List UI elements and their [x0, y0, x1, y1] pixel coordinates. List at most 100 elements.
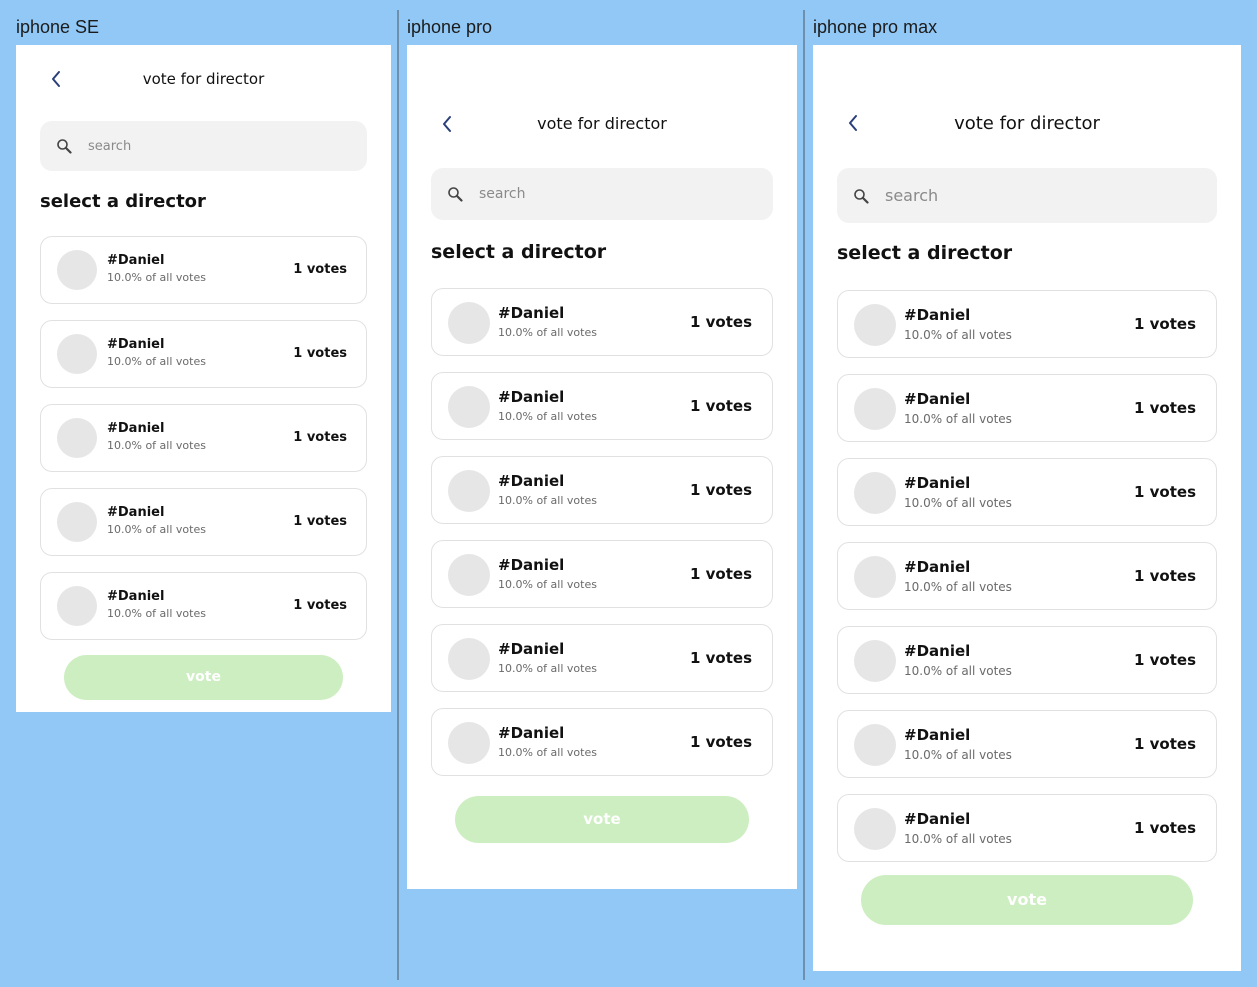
- search-placeholder: search: [88, 138, 132, 154]
- candidate-votes: 1 votes: [293, 430, 347, 445]
- search-icon: [853, 188, 869, 204]
- candidate-card[interactable]: #Daniel 10.0% of all votes 1 votes: [837, 542, 1217, 610]
- candidate-name: #Daniel: [107, 253, 165, 268]
- candidate-votes: 1 votes: [1133, 399, 1196, 417]
- candidate-votes: 1 votes: [1133, 567, 1196, 585]
- candidate-name: #Daniel: [498, 472, 565, 490]
- avatar: [448, 638, 490, 680]
- search-input[interactable]: search: [837, 168, 1217, 223]
- candidate-name: #Daniel: [107, 505, 165, 520]
- avatar: [448, 386, 490, 428]
- candidate-card[interactable]: #Daniel 10.0% of all votes 1 votes: [40, 572, 367, 640]
- candidate-votes: 1 votes: [1133, 735, 1196, 753]
- candidate-percent: 10.0% of all votes: [904, 412, 1012, 426]
- vote-button[interactable]: vote: [455, 796, 749, 843]
- candidate-votes: 1 votes: [1133, 483, 1196, 501]
- candidate-name: #Daniel: [498, 640, 565, 658]
- avatar: [854, 724, 896, 766]
- candidate-percent: 10.0% of all votes: [904, 664, 1012, 678]
- avatar: [57, 250, 97, 290]
- candidate-percent: 10.0% of all votes: [904, 496, 1012, 510]
- avatar: [448, 722, 490, 764]
- frame-divider: [803, 10, 805, 980]
- candidate-card[interactable]: #Daniel 10.0% of all votes 1 votes: [431, 372, 773, 440]
- candidate-name: #Daniel: [904, 810, 971, 828]
- section-title: select a director: [431, 241, 607, 263]
- iphone-pro-screen: vote for director search select a direct…: [407, 45, 797, 889]
- candidate-votes: 1 votes: [293, 346, 347, 361]
- candidate-card[interactable]: #Daniel 10.0% of all votes 1 votes: [40, 404, 367, 472]
- frame-label-iphone-pro-max: iphone pro max: [813, 17, 938, 37]
- candidate-name: #Daniel: [904, 558, 971, 576]
- avatar: [57, 586, 97, 626]
- candidate-name: #Daniel: [904, 726, 971, 744]
- candidate-card[interactable]: #Daniel 10.0% of all votes 1 votes: [837, 290, 1217, 358]
- avatar: [854, 388, 896, 430]
- search-input[interactable]: search: [40, 121, 367, 171]
- search-placeholder: search: [885, 186, 939, 205]
- avatar: [57, 334, 97, 374]
- candidate-percent: 10.0% of all votes: [498, 662, 597, 675]
- frame-label-iphone-se: iphone SE: [16, 17, 100, 37]
- candidate-percent: 10.0% of all votes: [107, 271, 206, 284]
- candidate-card[interactable]: #Daniel 10.0% of all votes 1 votes: [40, 320, 367, 388]
- candidate-card[interactable]: #Daniel 10.0% of all votes 1 votes: [431, 540, 773, 608]
- avatar: [854, 304, 896, 346]
- frame-label-iphone-pro: iphone pro: [407, 17, 493, 37]
- candidate-name: #Daniel: [107, 589, 165, 604]
- candidate-percent: 10.0% of all votes: [107, 355, 206, 368]
- search-input[interactable]: search: [431, 168, 773, 220]
- candidate-name: #Daniel: [904, 390, 971, 408]
- candidate-card[interactable]: #Daniel 10.0% of all votes 1 votes: [40, 236, 367, 304]
- candidate-percent: 10.0% of all votes: [498, 410, 597, 423]
- candidate-percent: 10.0% of all votes: [498, 746, 597, 759]
- candidate-votes: 1 votes: [689, 397, 752, 415]
- avatar: [448, 554, 490, 596]
- candidate-card[interactable]: #Daniel 10.0% of all votes 1 votes: [837, 458, 1217, 526]
- candidate-votes: 1 votes: [293, 598, 347, 613]
- candidate-percent: 10.0% of all votes: [498, 326, 597, 339]
- avatar: [57, 418, 97, 458]
- candidate-card[interactable]: #Daniel 10.0% of all votes 1 votes: [431, 456, 773, 524]
- candidate-card[interactable]: #Daniel 10.0% of all votes 1 votes: [837, 710, 1217, 778]
- candidate-name: #Daniel: [498, 388, 565, 406]
- candidate-card[interactable]: #Daniel 10.0% of all votes 1 votes: [431, 288, 773, 356]
- candidate-votes: 1 votes: [689, 481, 752, 499]
- candidate-card[interactable]: #Daniel 10.0% of all votes 1 votes: [431, 708, 773, 776]
- candidate-percent: 10.0% of all votes: [107, 607, 206, 620]
- avatar: [448, 302, 490, 344]
- avatar: [854, 472, 896, 514]
- candidate-votes: 1 votes: [689, 313, 752, 331]
- avatar: [448, 470, 490, 512]
- vote-button[interactable]: vote: [861, 875, 1193, 925]
- candidate-name: #Daniel: [904, 642, 971, 660]
- candidate-card[interactable]: #Daniel 10.0% of all votes 1 votes: [40, 488, 367, 556]
- avatar: [854, 808, 896, 850]
- candidate-votes: 1 votes: [1133, 651, 1196, 669]
- candidate-card[interactable]: #Daniel 10.0% of all votes 1 votes: [837, 374, 1217, 442]
- iphone-pro-max-screen: vote for director search select a direct…: [813, 45, 1241, 971]
- candidate-card[interactable]: #Daniel 10.0% of all votes 1 votes: [837, 794, 1217, 862]
- candidate-percent: 10.0% of all votes: [498, 578, 597, 591]
- page-title: vote for director: [537, 114, 667, 133]
- vote-button[interactable]: vote: [64, 655, 343, 700]
- frame-divider: [397, 10, 399, 980]
- candidate-name: #Daniel: [498, 304, 565, 322]
- candidate-votes: 1 votes: [689, 565, 752, 583]
- candidate-card[interactable]: #Daniel 10.0% of all votes 1 votes: [837, 626, 1217, 694]
- candidate-votes: 1 votes: [293, 262, 347, 277]
- candidate-percent: 10.0% of all votes: [904, 328, 1012, 342]
- candidate-name: #Daniel: [107, 421, 165, 436]
- candidate-card[interactable]: #Daniel 10.0% of all votes 1 votes: [431, 624, 773, 692]
- candidate-name: #Daniel: [904, 474, 971, 492]
- candidate-percent: 10.0% of all votes: [904, 748, 1012, 762]
- iphone-se-screen: vote for director search select a direct…: [16, 45, 391, 712]
- candidate-votes: 1 votes: [293, 514, 347, 529]
- page-title: vote for director: [954, 113, 1100, 134]
- avatar: [57, 502, 97, 542]
- avatar: [854, 556, 896, 598]
- search-placeholder: search: [479, 186, 526, 202]
- candidate-name: #Daniel: [904, 306, 971, 324]
- candidate-votes: 1 votes: [1133, 819, 1196, 837]
- candidate-name: #Daniel: [498, 724, 565, 742]
